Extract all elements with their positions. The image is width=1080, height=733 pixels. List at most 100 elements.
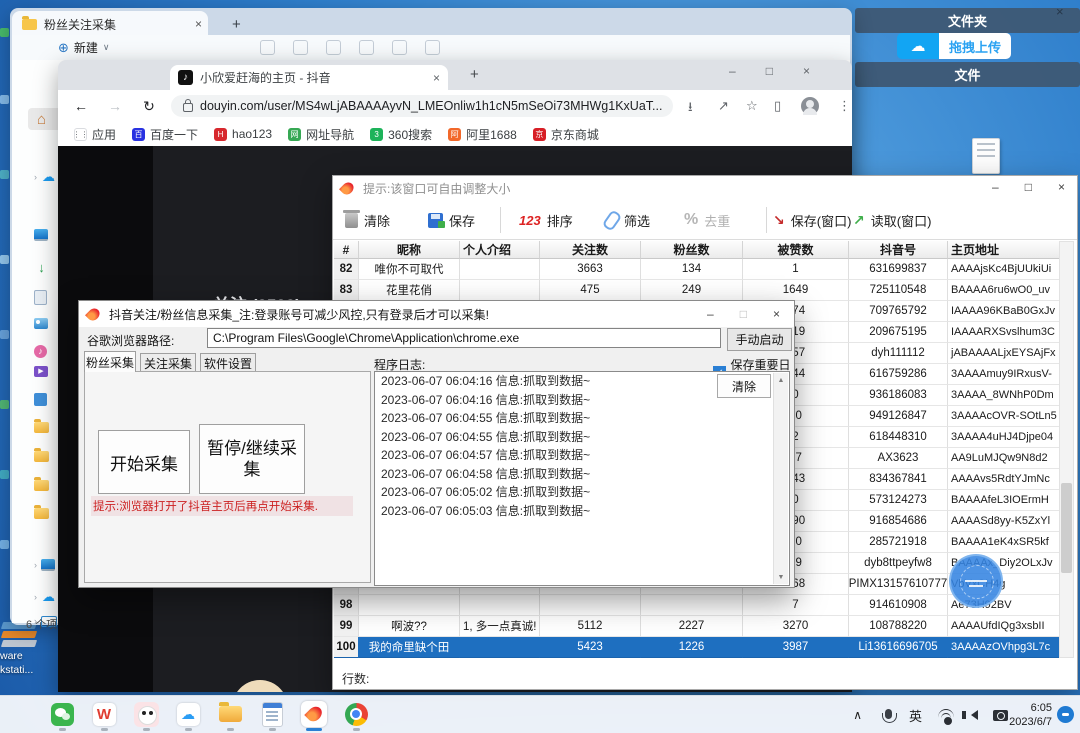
table-header-cell[interactable]: 关注数 <box>540 241 641 259</box>
table-row[interactable]: 82唯你不可取代36631341631699837AAAAjsKc4BjUUki… <box>334 259 1060 280</box>
taskbar-icon-chrome[interactable] <box>342 701 370 727</box>
minimize-icon[interactable]: – <box>729 64 736 78</box>
table-row[interactable]: 99啊波??1, 多一点真诚! 感谢511222273270108788220A… <box>334 616 1060 637</box>
bookmark-item[interactable]: 网网址导航 <box>288 126 354 143</box>
close-icon[interactable]: × <box>803 64 810 78</box>
desktop-icon-fragment[interactable] <box>0 95 9 104</box>
forward-icon[interactable]: → <box>104 98 126 114</box>
start-collect-button[interactable]: 开始采集 <box>98 430 190 494</box>
toolbar-button-filter-clip[interactable]: 筛选 <box>606 206 650 234</box>
table-header-cell[interactable]: 个人介绍 <box>460 241 540 259</box>
manual-start-button[interactable]: 手动启动 <box>727 328 792 351</box>
taskbar-icon-file-explorer[interactable] <box>216 701 244 727</box>
share-icon[interactable] <box>392 40 407 55</box>
table-header-cell[interactable]: 被赞数 <box>743 241 849 259</box>
taskbar-icon-panda-app[interactable] <box>132 701 160 727</box>
address-bar[interactable]: douyin.com/user/MS4wLjABAAAAyvN_LMEOnliw… <box>171 95 673 117</box>
chrome-path-input[interactable]: C:\Program Files\Google\Chrome\Applicati… <box>207 328 721 348</box>
new-tab-icon[interactable]: + <box>470 66 479 83</box>
taskbar-icon-wechat[interactable] <box>48 701 76 727</box>
new-tab-icon[interactable]: + <box>232 16 241 33</box>
table-row[interactable]: 83花里花俏4752491649725110548BAAAA6ru6wO0_uv <box>334 280 1060 301</box>
toolbar-button-sort-123[interactable]: 123排序 <box>519 206 573 234</box>
clear-log-button[interactable]: 清除 <box>717 374 771 398</box>
table-cell: 83 <box>334 280 359 301</box>
table-header-cell[interactable]: # <box>334 241 359 259</box>
table-row[interactable]: 987914610908Ae73H92BV <box>334 595 1060 616</box>
taskbar-icon-baidu-netdisk[interactable]: ☁ <box>174 701 202 727</box>
table-header-cell[interactable]: 昵称 <box>359 241 460 259</box>
explorer-tab[interactable]: 粉丝关注采集 × <box>12 11 208 37</box>
download-icon[interactable]: ⭳ <box>688 98 693 120</box>
toolbar-button-save-window[interactable]: ↘保存(窗口) <box>773 206 851 234</box>
desktop-icon-fragment[interactable] <box>0 28 9 37</box>
close-icon[interactable]: × <box>1058 180 1065 194</box>
back-icon[interactable]: ← <box>70 98 92 114</box>
pause-resume-button[interactable]: 暂停/继续采集 <box>199 424 305 494</box>
menu-dots-icon[interactable]: ⋮ <box>838 98 851 114</box>
close-tab-icon[interactable]: × <box>433 71 440 85</box>
clock[interactable]: 6:05 2023/6/7 <box>1009 701 1052 729</box>
desktop-icon-fragment[interactable] <box>0 170 9 179</box>
table-vertical-scrollbar[interactable] <box>1059 241 1074 658</box>
desktop-icon-fragment[interactable] <box>0 400 9 409</box>
tab-follow-collect[interactable]: 关注采集 <box>140 353 196 372</box>
bookmark-item[interactable]: Hhao123 <box>214 127 272 141</box>
desktop-icon-fragment[interactable] <box>0 540 9 549</box>
table-cell: 2227 <box>641 616 743 637</box>
share-icon[interactable]: ↗ <box>718 98 729 114</box>
bookmark-item[interactable]: 阿阿里1688 <box>448 126 517 143</box>
delete-icon[interactable] <box>425 40 440 55</box>
taskbar-icon-notepad[interactable] <box>258 701 286 727</box>
close-tab-icon[interactable]: × <box>195 17 202 31</box>
taskbar-icon-flame-tool[interactable] <box>300 701 328 727</box>
chrome-tab[interactable]: ♪ 小欣爱赶海的主页 - 抖音 × <box>170 65 448 90</box>
bookmark-item[interactable]: 3360搜索 <box>370 126 432 143</box>
profile-avatar[interactable] <box>801 97 819 115</box>
tab-settings[interactable]: 软件设置 <box>200 353 256 372</box>
bookmark-item[interactable]: ⋮⋮应用 <box>74 126 116 143</box>
notification-badge[interactable] <box>1057 706 1074 723</box>
rename-icon[interactable] <box>359 40 374 55</box>
toolbar-button-floppy[interactable]: 保存 <box>428 206 475 234</box>
microphone-icon[interactable] <box>885 696 892 733</box>
bookmark-item[interactable]: 百百度一下 <box>132 126 198 143</box>
onedrive-icon: ☁ <box>41 590 56 605</box>
copy-icon[interactable] <box>293 40 308 55</box>
close-icon[interactable]: × <box>1056 4 1064 19</box>
desktop-icon-fragment[interactable] <box>0 330 9 339</box>
close-icon[interactable]: × <box>773 307 780 321</box>
minimize-icon[interactable]: – <box>992 180 999 194</box>
desktop-icon-fragment[interactable] <box>0 255 9 264</box>
bookmark-item[interactable]: 京京东商城 <box>533 126 599 143</box>
table-header-cell[interactable]: 粉丝数 <box>641 241 743 259</box>
desktop-file-icon[interactable] <box>972 138 1000 174</box>
sidebar-icon[interactable]: ▯ <box>774 98 781 114</box>
table-row[interactable]: 100我的命里缺个田542312263987Li136166967053AAAA… <box>334 637 1060 658</box>
maximize-icon[interactable]: □ <box>1025 180 1032 194</box>
desktop-icon-fragment[interactable] <box>0 470 9 479</box>
cut-icon[interactable] <box>260 40 275 55</box>
minimize-icon[interactable]: – <box>707 307 714 321</box>
ime-indicator[interactable]: 英 <box>909 696 922 733</box>
sort-123-icon: 123 <box>519 213 541 228</box>
maximize-icon[interactable]: □ <box>766 64 773 78</box>
table-header-cell[interactable]: 主页地址 <box>948 241 1060 259</box>
toolbar-button-trash[interactable]: 清除 <box>345 206 390 234</box>
reload-icon[interactable]: ↻ <box>138 98 160 115</box>
tab-fans-collect[interactable]: 粉丝采集 <box>84 351 136 372</box>
wifi-icon[interactable] <box>938 696 954 733</box>
table-header-cell[interactable]: 抖音号 <box>849 241 948 259</box>
new-button[interactable]: ⊕ 新建 ∨ <box>58 39 110 56</box>
volume-icon[interactable] <box>966 696 982 733</box>
tray-chevron-up[interactable]: ∧ <box>853 696 862 733</box>
table-cell: 7 <box>743 595 849 616</box>
bookmark-star-icon[interactable]: ☆ <box>746 98 758 114</box>
toolbar-button-load-window[interactable]: ↗读取(窗口) <box>853 206 931 234</box>
paste-icon[interactable] <box>326 40 341 55</box>
maximize-icon[interactable]: □ <box>740 307 747 321</box>
log-scrollbar[interactable]: ▲▼ <box>773 373 788 584</box>
capture-device-icon[interactable] <box>993 696 1008 733</box>
taskbar-icon-wps[interactable]: W <box>90 701 118 727</box>
netdisk-upload-button[interactable]: ☁ 拖拽上传 <box>897 33 1011 59</box>
